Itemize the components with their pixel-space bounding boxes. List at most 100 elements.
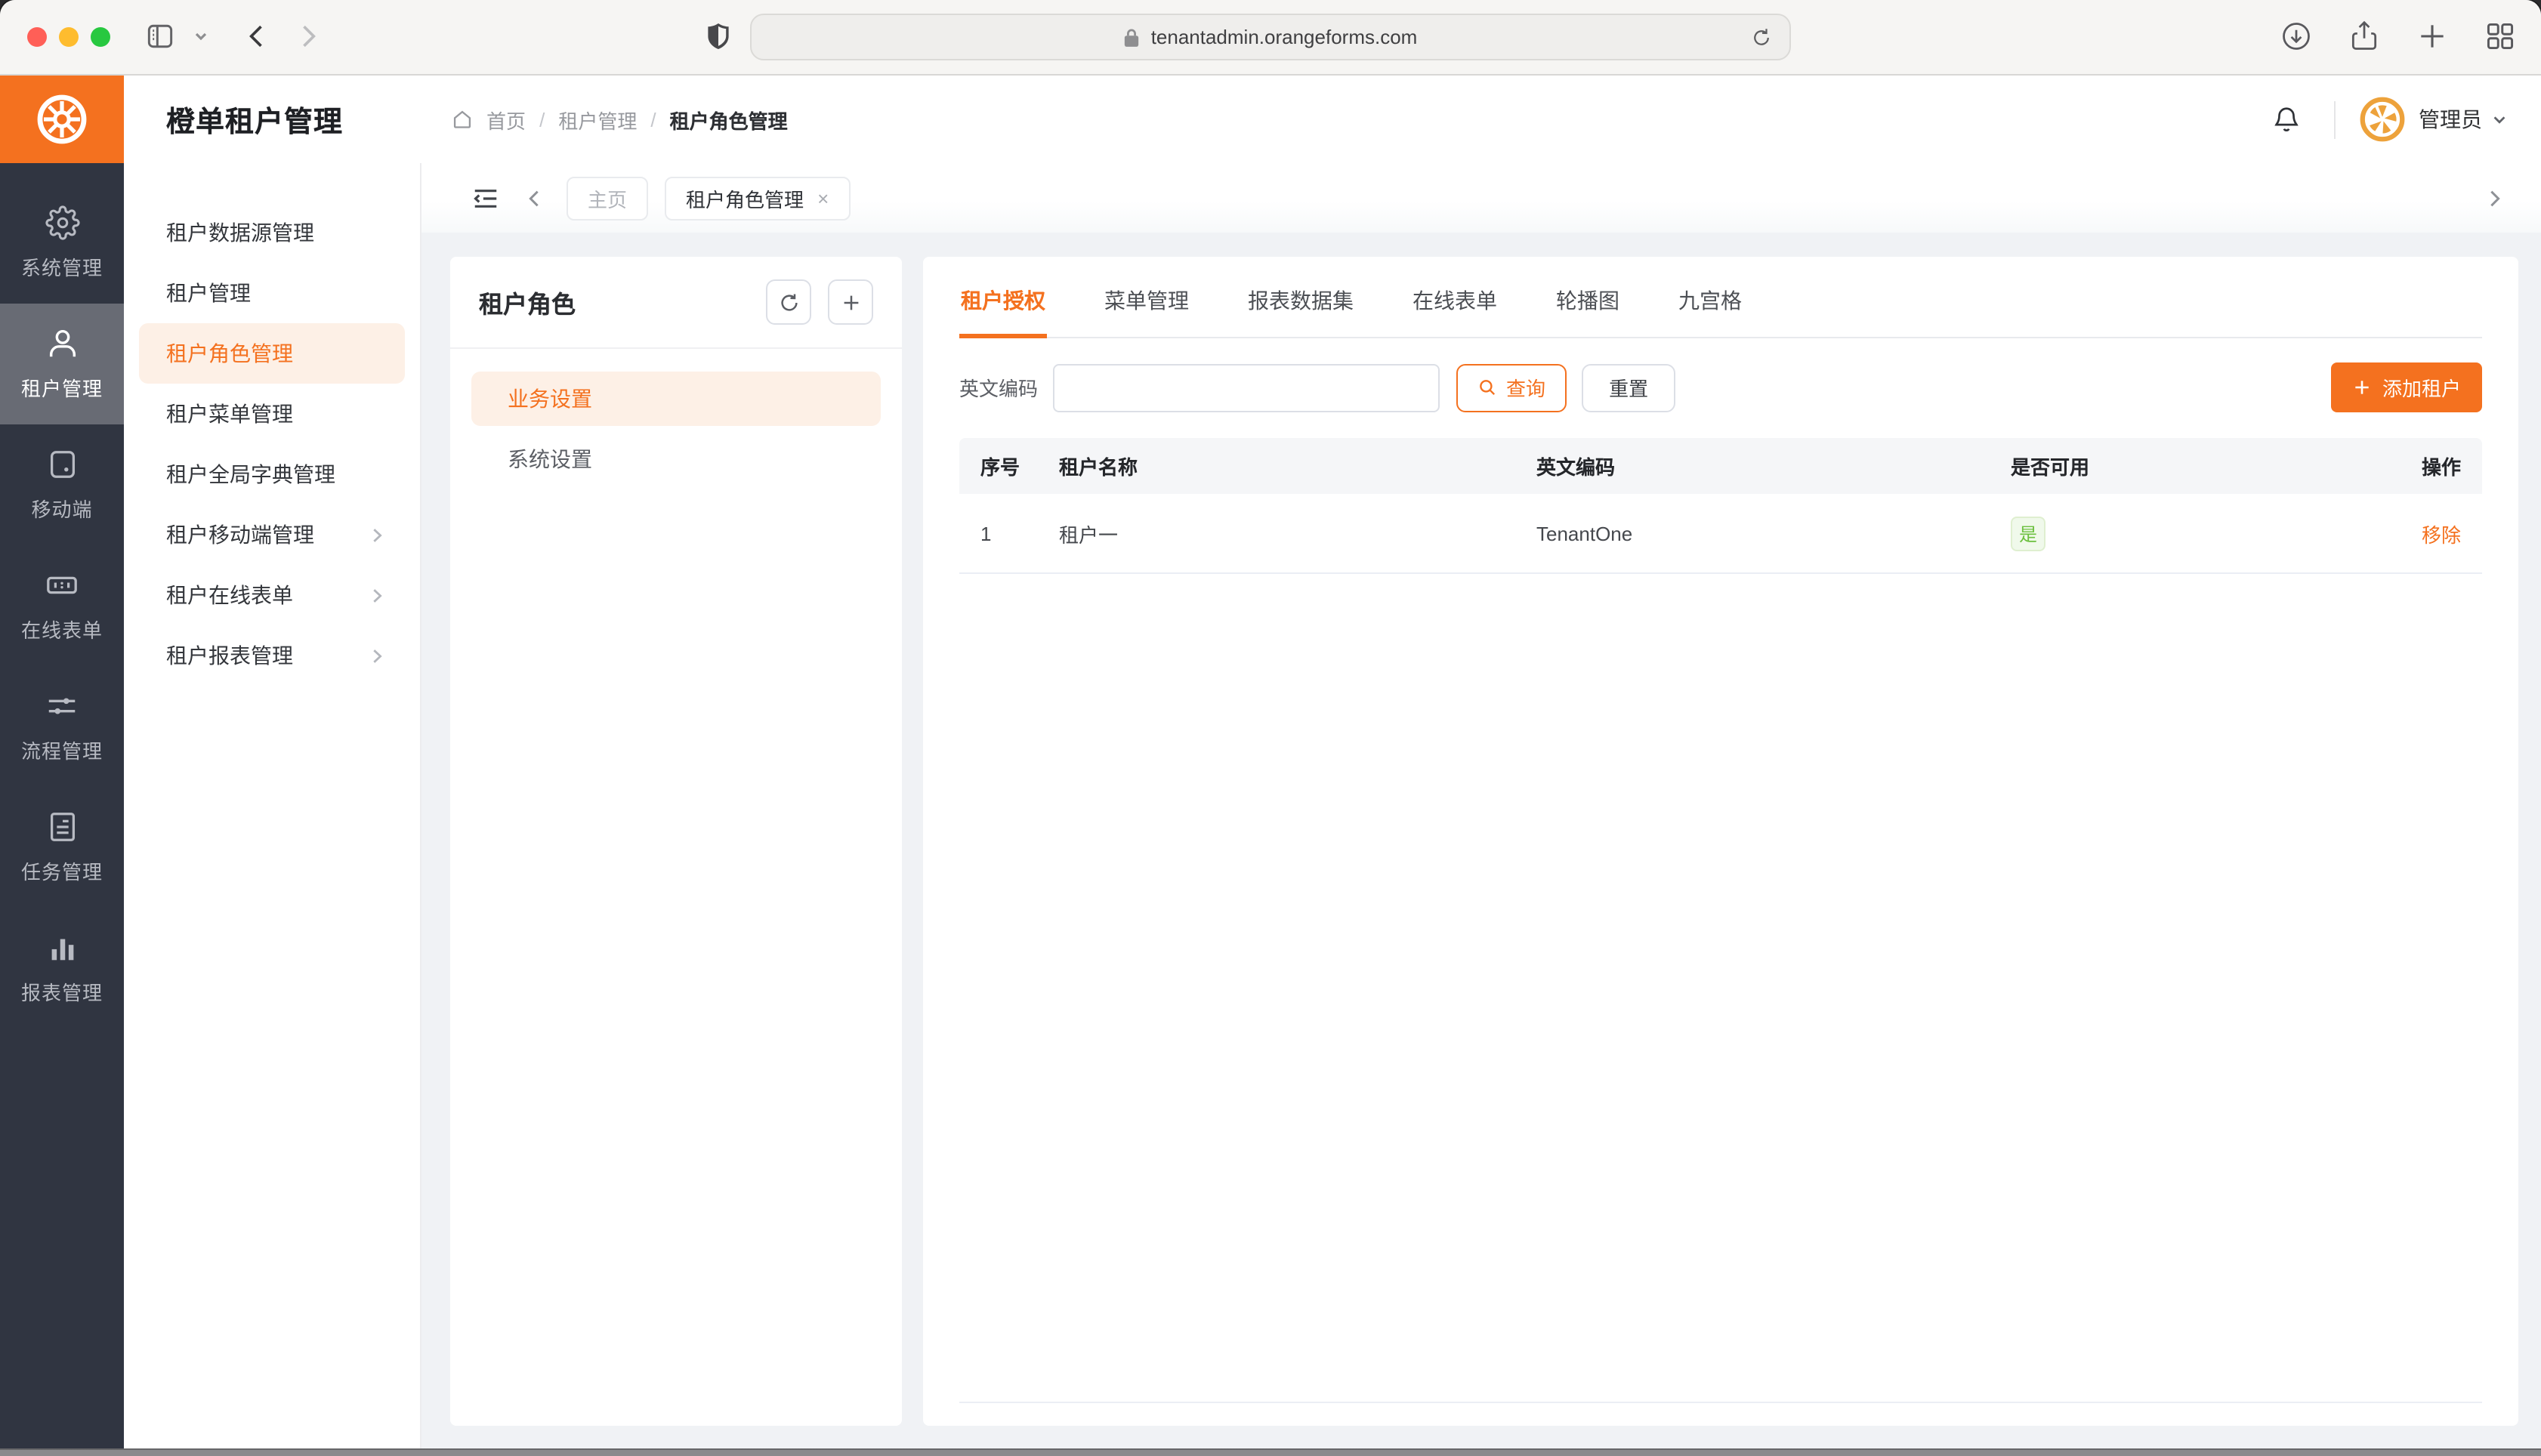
url-text: tenantadmin.orangeforms.com [1151,26,1418,48]
role-list-item[interactable]: 系统设置 [471,432,881,486]
rail-item-tasks[interactable]: 任务管理 [0,787,124,908]
rail-item-form[interactable]: 在线表单 [0,545,124,666]
cell-name: 租户一 [1059,519,1536,548]
sidebar-item[interactable]: 租户全局字典管理 [139,444,405,504]
tabs-scroll-right-icon[interactable] [2485,187,2505,209]
minimize-window-button[interactable] [59,27,79,47]
rail-item-label: 流程管理 [21,736,103,764]
detail-tab[interactable]: 报表数据集 [1246,257,1355,337]
role-list-item[interactable]: 业务设置 [471,372,881,426]
app-logo [0,76,124,163]
query-button[interactable]: 查询 [1456,363,1567,412]
page-title: 橙单租户管理 [166,99,343,140]
column-header: 英文编码 [1536,452,2011,480]
menu-fold-icon[interactable] [471,184,500,212]
app-header: 橙单租户管理 首页 / 租户管理 / 租户角色管理 [124,76,2541,163]
sidebar-toggle-icon[interactable] [144,20,177,53]
avatar[interactable] [2360,97,2405,142]
column-header: 是否可用 [2011,452,2340,480]
status-badge: 是 [2011,516,2045,551]
column-header: 租户名称 [1059,452,1536,480]
rail-item-label: 任务管理 [21,856,103,885]
form-icon [44,568,80,603]
chart-icon [45,930,79,965]
chevron-down-icon[interactable] [2491,111,2508,128]
search-input[interactable] [1053,363,1440,412]
breadcrumb-item[interactable]: 租户管理 [558,105,637,134]
detail-tab[interactable]: 在线表单 [1411,257,1499,337]
reset-button[interactable]: 重置 [1582,363,1675,412]
reload-icon[interactable] [1750,26,1773,50]
sidebar-item[interactable]: 租户报表管理 [139,625,405,686]
detail-tab[interactable]: 轮播图 [1555,257,1621,337]
rail-item-gear[interactable]: 系统管理 [0,183,124,304]
remove-link[interactable]: 移除 [2422,523,2461,546]
add-tenant-button[interactable]: 添加租户 [2331,362,2482,412]
new-tab-icon[interactable] [2416,20,2449,53]
rail-item-sliders[interactable]: 流程管理 [0,666,124,787]
chevron-down-icon[interactable] [193,29,208,44]
sidebar-item[interactable]: 租户数据源管理 [139,202,405,263]
lock-icon [1124,26,1141,48]
rail-item-label: 报表管理 [21,977,103,1006]
close-window-button[interactable] [27,27,47,47]
panel-title: 租户角色 [479,284,576,320]
chevron-right-icon [367,585,387,605]
cell-code: TenantOne [1536,522,2011,544]
detail-tab[interactable]: 九宫格 [1677,257,1743,337]
share-icon[interactable] [2348,20,2381,53]
sidebar-item-label: 租户移动端管理 [166,520,314,550]
cell-no: 1 [980,522,1059,544]
sidebar-item[interactable]: 租户移动端管理 [139,504,405,565]
tenant-auth-panel: 租户授权菜单管理报表数据集在线表单轮播图九宫格 英文编码 查询 重置 [923,257,2518,1426]
rail-item-chart[interactable]: 报表管理 [0,908,124,1029]
sidebar-item-label: 租户管理 [166,278,251,308]
page-tab[interactable]: 主页 [567,176,648,220]
tasks-icon [45,810,79,844]
rail-item-label: 在线表单 [21,615,103,643]
page-tab[interactable]: 租户角色管理× [665,176,850,220]
traffic-lights [27,27,110,47]
sidebar-item[interactable]: 租户在线表单 [139,565,405,625]
mobile-icon [45,447,79,482]
sidebar-item-label: 租户菜单管理 [166,399,293,429]
sidebar-item-label: 租户角色管理 [166,338,293,369]
sidebar-item-label: 租户报表管理 [166,640,293,671]
breadcrumb-home[interactable]: 首页 [486,105,526,134]
plus-icon [2352,378,2372,397]
search-label: 英文编码 [959,373,1038,402]
sidebar-item[interactable]: 租户菜单管理 [139,384,405,444]
bell-icon[interactable] [2272,104,2301,134]
shield-icon[interactable] [705,18,731,54]
sidebar-item-label: 租户数据源管理 [166,217,314,248]
address-bar[interactable]: tenantadmin.orangeforms.com [750,14,1791,60]
home-icon[interactable] [452,109,473,130]
orange-wheel-icon [32,89,92,150]
forward-button[interactable] [293,20,323,53]
gear-icon [45,205,79,240]
zoom-window-button[interactable] [91,27,110,47]
sliders-icon [44,689,80,723]
table-row: 1租户一TenantOne是 移除 [959,494,2482,574]
user-name[interactable]: 管理员 [2419,104,2482,134]
user-icon [45,326,79,361]
detail-tab[interactable]: 租户授权 [959,257,1047,337]
sidebar-item[interactable]: 租户角色管理 [139,323,405,384]
sidebar-item[interactable]: 租户管理 [139,263,405,323]
tabs-scroll-left-icon[interactable] [524,187,544,209]
detail-tab[interactable]: 菜单管理 [1103,257,1190,337]
rail-item-label: 租户管理 [21,373,103,402]
add-role-button[interactable] [828,279,873,325]
rail-item-user[interactable]: 租户管理 [0,304,124,424]
page-tabstrip: 主页租户角色管理× [421,163,2541,233]
downloads-icon[interactable] [2280,20,2313,53]
refresh-button[interactable] [766,279,811,325]
rail-item-mobile[interactable]: 移动端 [0,424,124,545]
detail-tabs: 租户授权菜单管理报表数据集在线表单轮播图九宫格 [959,257,2482,338]
close-tab-icon[interactable]: × [817,187,829,209]
back-button[interactable] [242,20,272,53]
chevron-right-icon [367,646,387,665]
sidebar-item-label: 租户全局字典管理 [166,459,335,489]
tab-overview-icon[interactable] [2484,20,2517,53]
breadcrumb: 首页 / 租户管理 / 租户角色管理 [452,105,788,134]
